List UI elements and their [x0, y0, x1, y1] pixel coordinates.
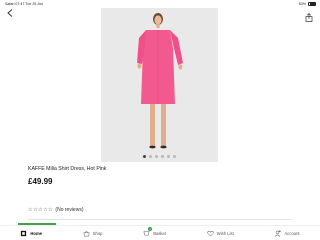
product-image[interactable] — [101, 8, 218, 162]
carousel-dot[interactable] — [143, 155, 146, 158]
basket-count-badge: 1 — [148, 227, 153, 231]
basket-icon-wrap: 1 — [143, 227, 153, 237]
battery-icon — [308, 1, 316, 6]
home-icon — [21, 230, 27, 236]
battery-percent: 83% — [298, 1, 306, 6]
carousel-dot[interactable] — [167, 155, 170, 158]
tab-home[interactable]: Home — [20, 230, 42, 237]
share-button[interactable] — [305, 9, 313, 22]
tab-label: Wish List — [216, 230, 234, 236]
tab-shop[interactable]: Shop — [83, 230, 103, 237]
status-bar: Safari 07:47 Tue 25 Jun 83% — [0, 0, 320, 8]
tab-account[interactable]: Account — [274, 229, 300, 237]
divider — [28, 219, 292, 220]
model-photo — [101, 8, 218, 162]
share-icon — [305, 13, 313, 22]
carousel-dot[interactable] — [173, 155, 176, 158]
bottom-tab-bar: Home Shop 1 Basket Wish List Account — [0, 225, 320, 240]
product-rating[interactable]: ☆☆☆☆☆ (No reviews) — [28, 207, 83, 213]
carousel-dot[interactable] — [155, 155, 158, 158]
product-price: £49.99 — [28, 177, 53, 186]
image-carousel-dots[interactable] — [101, 155, 218, 158]
back-button[interactable] — [7, 9, 13, 19]
account-icon — [275, 229, 282, 237]
heart-icon — [207, 230, 214, 236]
tab-label: Basket — [153, 230, 167, 236]
tab-label: Shop — [92, 230, 103, 236]
chevron-left-icon — [7, 9, 13, 17]
shop-icon — [83, 230, 90, 236]
status-time: Safari 07:47 Tue 25 Jun — [5, 2, 44, 6]
tab-wish-list[interactable]: Wish List — [207, 230, 234, 237]
tab-label: Account — [284, 230, 300, 236]
tab-basket[interactable]: 1 Basket — [143, 227, 167, 237]
tab-label: Home — [30, 230, 42, 236]
product-title: KAFFE Milia Shirt Dress, Hot Pink — [28, 166, 107, 172]
status-right: 83% — [298, 1, 316, 6]
review-count: (No reviews) — [55, 207, 84, 213]
star-rating-icon: ☆☆☆☆☆ — [28, 207, 54, 213]
carousel-dot[interactable] — [161, 155, 164, 158]
carousel-dot[interactable] — [149, 155, 152, 158]
